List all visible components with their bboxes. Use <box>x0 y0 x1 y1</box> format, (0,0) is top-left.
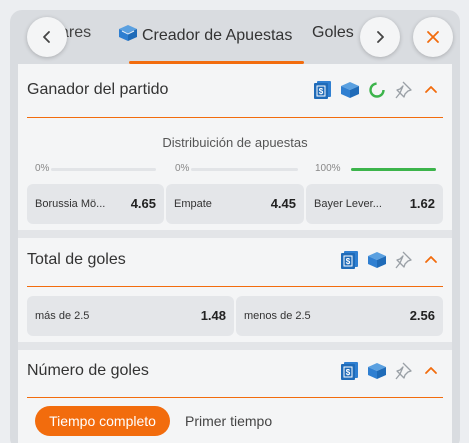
cube-icon[interactable] <box>367 361 387 381</box>
market-actions: $ <box>340 361 441 381</box>
svg-text:$: $ <box>319 87 324 96</box>
cash-icon[interactable]: $ <box>340 361 360 381</box>
markets-list: Ganador del partido $ Distribuición de a… <box>18 64 452 443</box>
divider <box>27 286 443 287</box>
distribution-bar <box>51 168 156 171</box>
odd-value: 1.48 <box>200 308 226 323</box>
cube-icon[interactable] <box>340 80 360 100</box>
pin-icon[interactable] <box>394 361 414 381</box>
market-actions: $ <box>313 80 441 100</box>
toggle-full-time[interactable]: Tiempo completo <box>35 406 170 436</box>
svg-text:$: $ <box>346 368 351 377</box>
odd-value: 1.62 <box>409 196 435 211</box>
market-title-match-winner[interactable]: Ganador del partido <box>27 81 168 99</box>
cube-icon <box>118 24 138 47</box>
close-icon <box>427 31 439 43</box>
scroll-left-button[interactable] <box>27 17 67 57</box>
tab-label: Creador de Apuestas <box>142 26 293 44</box>
odd-label: Borussia Mö... <box>35 198 106 210</box>
distribution-bar-fill <box>351 168 436 171</box>
cube-icon[interactable] <box>367 250 387 270</box>
odds-row: más de 2.5 1.48 menos de 2.5 2.56 <box>27 296 443 336</box>
spinner-icon <box>367 80 387 100</box>
odd-button-over[interactable]: más de 2.5 1.48 <box>27 296 234 336</box>
odd-value: 4.45 <box>270 196 296 211</box>
svg-text:$: $ <box>346 257 351 266</box>
cash-icon[interactable]: $ <box>340 250 360 270</box>
chevron-right-icon <box>377 31 384 43</box>
distribution-percent: 100% <box>315 163 341 174</box>
chevron-up-icon[interactable] <box>421 361 441 381</box>
distribution-percent: 0% <box>175 163 190 174</box>
divider <box>27 397 443 398</box>
odd-label: Empate <box>174 198 212 210</box>
pin-icon[interactable] <box>394 250 414 270</box>
distribution-bar <box>351 168 436 171</box>
odd-button-home[interactable]: Borussia Mö... 4.65 <box>27 184 164 224</box>
pin-icon[interactable] <box>394 80 414 100</box>
distribution-percent: 0% <box>35 163 50 174</box>
scroll-right-button[interactable] <box>360 17 400 57</box>
odds-row: Borussia Mö... 4.65 Empate 4.45 Bayer Le… <box>27 184 443 224</box>
close-button[interactable] <box>413 17 453 57</box>
odd-button-under[interactable]: menos de 2.5 2.56 <box>236 296 443 336</box>
odd-value: 4.65 <box>130 196 156 211</box>
bet-distribution-title: Distribuición de apuestas <box>162 135 308 150</box>
chevron-left-icon <box>43 31 50 43</box>
chevron-up-icon[interactable] <box>421 250 441 270</box>
toggle-first-half[interactable]: Primer tiempo <box>185 406 272 436</box>
market-title-total-goals[interactable]: Total de goles <box>27 251 126 269</box>
market-title-number-of-goals[interactable]: Número de goles <box>27 362 149 380</box>
odd-button-draw[interactable]: Empate 4.45 <box>166 184 304 224</box>
divider <box>27 117 443 118</box>
odd-label: más de 2.5 <box>35 310 90 322</box>
section-separator <box>18 342 452 350</box>
odd-button-away[interactable]: Bayer Lever... 1.62 <box>306 184 443 224</box>
odd-value: 2.56 <box>409 308 435 323</box>
tab-goals[interactable]: Goles <box>312 24 354 42</box>
cash-icon[interactable]: $ <box>313 80 333 100</box>
market-actions: $ <box>340 250 441 270</box>
odd-label: Bayer Lever... <box>314 198 382 210</box>
odd-label: menos de 2.5 <box>244 310 311 322</box>
section-separator <box>18 230 452 238</box>
tab-bet-builder[interactable]: Creador de Apuestas <box>118 24 292 47</box>
distribution-bar <box>191 168 298 171</box>
chevron-up-icon[interactable] <box>421 80 441 100</box>
